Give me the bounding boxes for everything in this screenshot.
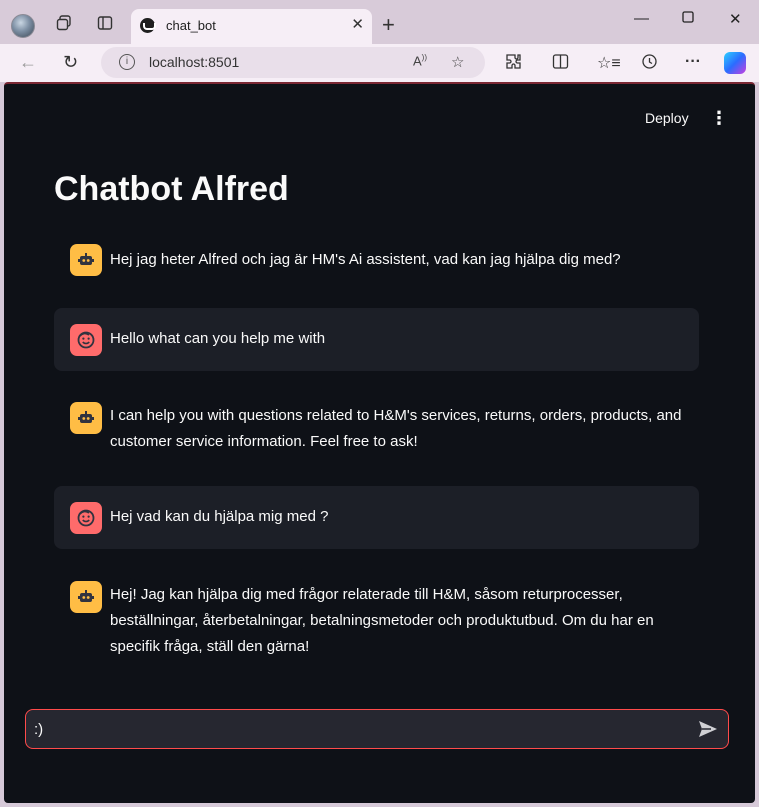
url-text[interactable]: localhost:8501 xyxy=(149,54,239,70)
assistant-message: Hej! Jag kan hjälpa dig med frågor relat… xyxy=(54,569,699,679)
minimize-icon[interactable]: — xyxy=(634,10,649,27)
workspaces-icon[interactable] xyxy=(53,12,75,34)
deploy-button[interactable]: Deploy xyxy=(645,110,689,126)
chat-input[interactable] xyxy=(34,717,674,741)
send-arrow-icon[interactable] xyxy=(696,718,720,740)
extensions-icon[interactable] xyxy=(505,53,522,75)
maximize-icon[interactable] xyxy=(682,10,694,27)
smiley-face-icon xyxy=(70,324,102,356)
robot-icon xyxy=(70,581,102,613)
profile-avatar[interactable] xyxy=(11,14,35,38)
close-tab-icon[interactable]: ✕ xyxy=(351,15,364,33)
kebab-menu-icon[interactable]: ⋮ xyxy=(710,108,728,129)
refresh-icon[interactable]: ↻ xyxy=(63,52,78,73)
more-options-icon[interactable]: ··· xyxy=(685,53,701,71)
read-aloud-icon[interactable]: A)) xyxy=(413,53,427,68)
history-icon[interactable] xyxy=(641,53,658,75)
smiley-face-icon xyxy=(70,502,102,534)
favorites-icon[interactable]: ☆≡ xyxy=(597,53,621,73)
user-message: Hej vad kan du hjälpa mig med ? xyxy=(54,486,699,549)
site-info-icon[interactable]: i xyxy=(119,54,135,70)
message-text: Hello what can you help me with xyxy=(110,330,326,347)
page-title: Chatbot Alfred xyxy=(54,170,289,208)
copilot-icon[interactable] xyxy=(724,52,746,74)
back-icon[interactable]: ← xyxy=(19,52,37,73)
robot-icon xyxy=(70,402,102,434)
assistant-message: I can help you with questions related to… xyxy=(54,390,699,470)
address-bar[interactable]: i localhost:8501 A)) ☆ xyxy=(101,47,485,78)
assistant-message: Hej jag heter Alfred och jag är HM's Ai … xyxy=(54,232,699,288)
tab-title: chat_bot xyxy=(166,18,216,33)
tab-actions-icon[interactable] xyxy=(94,12,116,34)
browser-tab[interactable]: chat_bot ✕ xyxy=(131,9,372,44)
chat-input-container xyxy=(25,709,729,749)
new-tab-icon[interactable]: + xyxy=(382,12,395,38)
robot-icon xyxy=(70,244,102,276)
user-message: Hello what can you help me with xyxy=(54,308,699,371)
split-screen-icon[interactable] xyxy=(552,53,569,75)
message-text: Hej jag heter Alfred och jag är HM's Ai … xyxy=(110,251,621,268)
browser-titlebar: chat_bot ✕ + — ✕ xyxy=(0,0,759,44)
streamlit-favicon-icon xyxy=(140,18,156,33)
close-window-icon[interactable]: ✕ xyxy=(729,10,742,28)
message-text: I can help you with questions related to… xyxy=(110,407,682,450)
message-text: Hej! Jag kan hjälpa dig med frågor relat… xyxy=(110,586,654,655)
app-viewport: Deploy ⋮ Chatbot Alfred Hej jag heter Al… xyxy=(4,82,755,803)
favorite-star-icon[interactable]: ☆ xyxy=(451,53,464,71)
browser-toolbar: ← ↻ i localhost:8501 A)) ☆ ☆≡ ··· xyxy=(0,44,759,82)
message-text: Hej vad kan du hjälpa mig med ? xyxy=(110,508,329,525)
